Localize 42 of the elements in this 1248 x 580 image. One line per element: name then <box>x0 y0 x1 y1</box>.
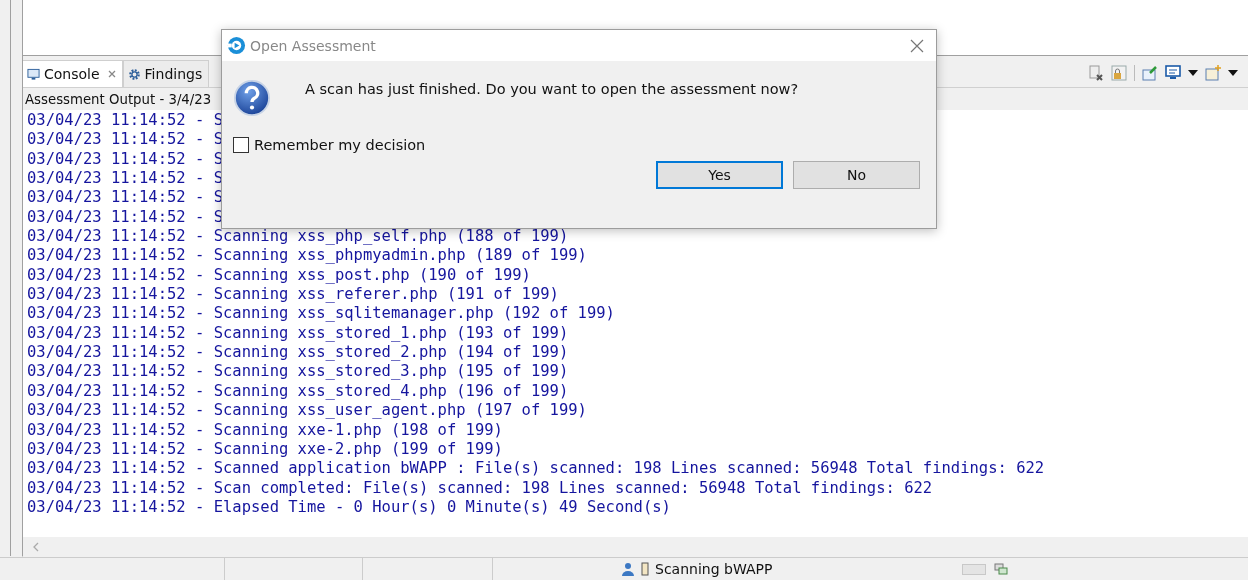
dropdown-arrow-icon[interactable] <box>1188 70 1198 76</box>
scroll-left-icon[interactable] <box>33 542 39 553</box>
lock-icon[interactable] <box>1111 65 1127 81</box>
console-line: 03/04/23 11:14:52 - Scanning xss_stored_2.php (194 of 199) <box>27 343 569 363</box>
console-line: 03/04/23 11:14:52 - Scanning xxe-1.php (198 of 199) <box>27 420 503 440</box>
dialog-message: A scan has just finished. Do you want to open the assessment now? <box>305 81 799 97</box>
console-line: 03/04/23 11:14:52 - Scanning xss_stored_3.php (195 of 199) <box>27 362 569 382</box>
view-tab[interactable]: Console <box>22 60 123 87</box>
close-icon[interactable] <box>107 70 116 78</box>
new-window-icon[interactable] <box>1205 65 1221 81</box>
person-icon <box>621 562 635 576</box>
remember-checkbox[interactable]: Remember my decision <box>233 137 426 153</box>
console-line: 03/04/23 11:14:52 - Scanning xss_stored_1.php (193 of 199) <box>27 323 569 344</box>
app-logo-icon <box>227 36 246 55</box>
question-icon <box>233 79 271 117</box>
windows-icon[interactable] <box>994 563 1009 575</box>
console-line: 03/04/23 11:14:52 - Scanning xss_post.php (190 of 199) <box>27 265 531 286</box>
clear-document-icon[interactable] <box>1088 65 1104 81</box>
close-icon[interactable] <box>910 38 924 53</box>
yes-button[interactable]: Yes <box>656 161 783 189</box>
console-line: 03/04/23 11:14:52 - Elapsed Time - 0 Hour(s) 0 Minute(s) 49 Second(s) <box>27 497 671 518</box>
console-line: 03/04/23 11:14:52 - Scanning xss_phpmyadmin.php (189 of 199) <box>27 246 587 266</box>
console-line: 03/04/23 11:14:52 - Scanning xxe-2.php (199 of 199) <box>27 439 503 460</box>
gear-icon <box>127 67 141 81</box>
console-line: 03/04/23 11:14:52 - Scanning xss_stored_4.php (196 of 199) <box>27 381 569 402</box>
pin-window-icon[interactable] <box>1142 65 1158 81</box>
checkbox[interactable] <box>233 137 249 153</box>
monitor-icon <box>27 67 40 81</box>
status-text: Scanning bWAPP <box>655 561 773 577</box>
phone-icon <box>641 562 649 576</box>
dialog-title: Open Assessment <box>250 37 377 54</box>
view-tab[interactable]: Findings <box>122 60 210 87</box>
console-line: 03/04/23 11:14:52 - Scan completed: File(s) scanned: 198 Lines scanned: 56948 Total findings: 622 <box>27 478 933 498</box>
console-line: 03/04/23 11:14:52 - Scanning xss_referer.php (191 of 199) <box>27 285 559 305</box>
console-title: Assessment Output - 3/4/23 <box>25 91 212 107</box>
no-button[interactable]: No <box>793 161 920 189</box>
console-line: 03/04/23 11:14:52 - Scanning xss_user_agent.php (197 of 199) <box>27 401 587 421</box>
monitor-icon[interactable] <box>1165 65 1181 81</box>
console-line: 03/04/23 11:14:52 - Scanning xss_sqlitemanager.php (192 of 199) <box>27 304 615 324</box>
console-line: 03/04/23 11:14:52 - Scanning xss_php_self.php (188 of 199) <box>27 227 569 247</box>
dropdown-arrow-icon[interactable] <box>1228 70 1238 76</box>
console-line: 03/04/23 11:14:52 - Scanned application bWAPP : File(s) scanned: 198 Lines scanned: 56948 Total findings: 622 <box>27 459 1045 479</box>
